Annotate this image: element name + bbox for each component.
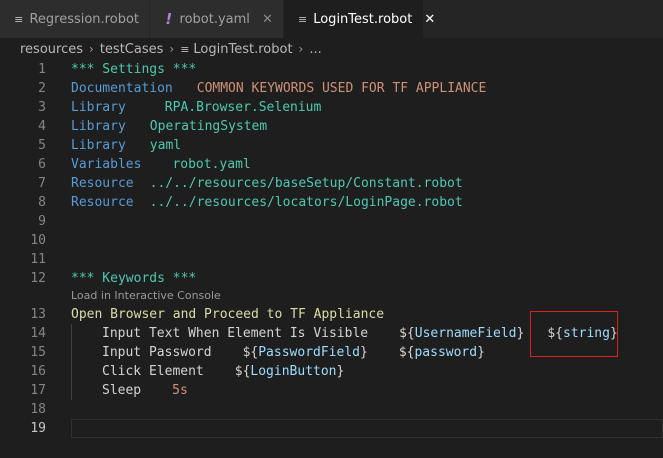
tab-label: robot.yaml	[179, 11, 250, 27]
var-close: }	[359, 345, 368, 360]
code-line-15: Input Password ${PasswordField} ${password…	[102, 343, 485, 362]
tab-label: LoginTest.robot	[313, 11, 413, 27]
file-lines-icon: ≡	[298, 12, 308, 26]
line-number: 17	[30, 383, 46, 398]
close-icon[interactable]: ✕	[424, 12, 435, 27]
line-number: 4	[38, 119, 46, 134]
breadcrumb-item-more[interactable]: ...	[309, 42, 321, 57]
exclamation-icon: !	[165, 10, 173, 28]
breadcrumb-item-resources[interactable]: resources	[20, 42, 83, 57]
var-open: ${	[547, 326, 563, 341]
line-number: 15	[30, 345, 46, 360]
setting-value: OperatingSystem	[149, 119, 268, 134]
keyword-name: Open Browser and Proceed to TF Appliance	[71, 307, 385, 322]
section-header: *** Keywords ***	[71, 271, 197, 286]
code-line-16: Click Element ${LoginButton}	[102, 362, 344, 381]
line-number: 8	[38, 195, 46, 210]
var-open: ${	[399, 326, 415, 341]
code-line-8: Resource ../../resources/locators/LoginPa…	[71, 193, 463, 212]
code-editor[interactable]: 1 2 3 4 5 6 7 8 9 10 11 12 13 14 15 16 1…	[0, 60, 663, 458]
setting-value: ../../resources/baseSetup/Constant.robot	[149, 176, 463, 191]
setting-value: yaml	[149, 138, 182, 153]
code-line-3: Library RPA.Browser.Selenium	[71, 98, 321, 117]
setting-key: Documentation	[71, 81, 173, 96]
code-line-2: Documentation COMMON KEYWORDS USED FOR TF…	[71, 79, 486, 98]
line-number: 2	[38, 81, 46, 96]
tab-regression-robot[interactable]: ≡ Regression.robot	[0, 0, 150, 38]
line-number-current: 19	[30, 421, 46, 436]
codelens-interactive-console[interactable]: Load in Interactive Console	[71, 289, 221, 303]
breadcrumb-item-file[interactable]: LoginTest.robot	[193, 42, 292, 57]
variable: password	[414, 345, 478, 360]
keyword-call: Input Password	[102, 345, 212, 360]
setting-value: ../../resources/locators/LoginPage.robot	[149, 195, 463, 210]
indent-guide	[71, 324, 72, 400]
code-line-12: *** Keywords ***	[71, 269, 196, 288]
line-number: 5	[38, 138, 46, 153]
var-open: ${	[234, 364, 251, 379]
chevron-right-icon: ›	[89, 42, 94, 56]
line-number: 14	[30, 326, 46, 341]
setting-value: RPA.Browser.Selenium	[164, 100, 322, 115]
setting-key: Library	[71, 119, 126, 134]
line-number: 9	[38, 214, 46, 229]
line-number: 7	[38, 176, 46, 191]
tab-label: Regression.robot	[29, 11, 139, 27]
variable: LoginButton	[250, 364, 337, 379]
line-number: 16	[30, 364, 46, 379]
line-number: 11	[30, 252, 46, 267]
argument: 5s	[172, 383, 188, 398]
variable: UsernameField	[414, 326, 517, 341]
var-open: ${	[242, 345, 259, 360]
line-number: 12	[30, 271, 46, 286]
code-line-17: Sleep 5s	[102, 381, 188, 400]
code-line-6: Variables robot.yaml	[71, 155, 251, 174]
tab-bar: ≡ Regression.robot ! robot.yaml ✕ ≡ Logi…	[0, 0, 663, 38]
line-number: 1	[38, 62, 46, 77]
variable: string	[563, 326, 610, 341]
code-line-7: Resource ../../resources/baseSetup/Consta…	[71, 174, 463, 193]
file-lines-icon: ≡	[14, 12, 24, 26]
code-line-1: *** Settings ***	[71, 60, 196, 79]
variable: PasswordField	[258, 345, 360, 360]
tab-logintest-robot[interactable]: ≡ LoginTest.robot ✕	[284, 0, 435, 38]
var-close: }	[609, 326, 618, 341]
chevron-right-icon: ›	[169, 42, 175, 56]
line-number: 10	[30, 233, 46, 248]
setting-value: COMMON KEYWORDS USED FOR TF APPLIANCE	[196, 81, 487, 96]
setting-key: Resource	[71, 195, 134, 210]
section-header: *** Settings ***	[71, 62, 197, 77]
breadcrumb-item-testcases[interactable]: testCases	[100, 42, 164, 57]
setting-key: Library	[71, 100, 126, 115]
keyword-call: Input Text When Element Is Visible	[102, 326, 369, 341]
setting-key: Library	[71, 138, 126, 153]
code-line-4: Library OperatingSystem	[71, 117, 267, 136]
line-number: 3	[38, 100, 46, 115]
code-line-13: Open Browser and Proceed to TF Appliance	[71, 305, 384, 324]
var-close: }	[336, 364, 345, 379]
setting-value: robot.yaml	[172, 157, 251, 172]
current-line-highlight	[71, 419, 663, 438]
setting-key: Resource	[71, 176, 134, 191]
file-lines-icon: ≡	[180, 42, 190, 56]
var-close: }	[516, 326, 525, 341]
line-number: 18	[30, 402, 46, 417]
close-icon[interactable]: ✕	[262, 12, 273, 27]
keyword-call: Click Element	[102, 364, 204, 379]
chevron-right-icon: ›	[298, 42, 304, 56]
line-number: 6	[38, 157, 46, 172]
line-number: 13	[30, 307, 46, 322]
code-line-5: Library yaml	[71, 136, 181, 155]
breadcrumb: resources › testCases › ≡ LoginTest.robo…	[0, 38, 663, 60]
var-close: }	[477, 345, 485, 360]
setting-key: Variables	[71, 157, 142, 172]
keyword-call: Sleep	[102, 383, 142, 398]
var-open: ${	[398, 345, 415, 360]
tab-robot-yaml[interactable]: ! robot.yaml ✕	[150, 0, 284, 38]
code-line-14: Input Text When Element Is Visible ${User…	[102, 324, 618, 343]
